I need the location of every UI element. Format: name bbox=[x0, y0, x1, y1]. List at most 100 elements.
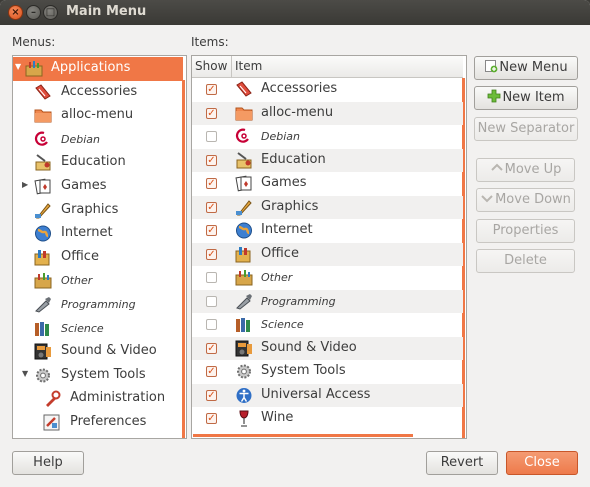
properties-button[interactable]: Properties bbox=[476, 219, 575, 243]
universal-access-icon bbox=[235, 387, 253, 404]
item-row[interactable]: ✓ System Tools bbox=[192, 360, 463, 384]
menu-tree-item[interactable]: Other bbox=[13, 269, 183, 293]
show-checkbox[interactable] bbox=[206, 272, 217, 283]
item-column-header[interactable]: Item bbox=[235, 59, 262, 73]
delete-button[interactable]: Delete bbox=[476, 249, 575, 273]
title-bar: × – □ Main Menu bbox=[0, 0, 590, 25]
menu-tree-item[interactable]: Internet bbox=[13, 222, 183, 246]
item-row[interactable]: Debian bbox=[192, 125, 463, 149]
new-item-button[interactable]: New Item bbox=[474, 86, 578, 110]
item-label: Games bbox=[261, 175, 307, 190]
menus-label: Menus: bbox=[12, 35, 56, 49]
menu-tree-item-label: Programming bbox=[61, 298, 136, 311]
item-label: alloc-menu bbox=[261, 104, 334, 120]
menu-tree-item[interactable]: Preferences bbox=[13, 411, 183, 435]
menu-tree-item-label: Other bbox=[61, 274, 93, 288]
show-checkbox[interactable]: ✓ bbox=[206, 413, 217, 424]
expand-arrow-icon[interactable]: ▶ bbox=[22, 180, 28, 189]
help-button[interactable]: Help bbox=[12, 451, 84, 475]
debian-icon bbox=[235, 128, 253, 145]
item-row[interactable]: ✓ Internet bbox=[192, 219, 463, 243]
item-row[interactable]: ✓ Accessories bbox=[192, 78, 463, 102]
menu-tree-item-label: Preferences bbox=[70, 414, 147, 429]
preferences-icon bbox=[43, 414, 61, 431]
item-row[interactable]: Other bbox=[192, 266, 463, 290]
item-label: Sound & Video bbox=[261, 339, 357, 355]
item-row[interactable]: Programming bbox=[192, 289, 463, 313]
show-checkbox[interactable]: ✓ bbox=[206, 248, 217, 260]
items-hscrollbar[interactable] bbox=[193, 434, 413, 437]
up-arrow-icon bbox=[490, 161, 504, 175]
menu-tree-item[interactable]: alloc-menu bbox=[13, 104, 183, 128]
administration-icon bbox=[43, 390, 61, 408]
menus-tree[interactable]: ▼ Applications Accessories alloc-menu Debian… bbox=[12, 55, 187, 439]
programming-icon bbox=[34, 296, 52, 313]
item-row[interactable]: ✓ Games bbox=[192, 172, 463, 196]
item-label: Graphics bbox=[261, 198, 319, 214]
show-checkbox[interactable] bbox=[206, 319, 217, 330]
item-row[interactable]: ✓ Wine bbox=[192, 407, 463, 431]
item-row[interactable]: ✓ Universal Access bbox=[192, 383, 463, 407]
revert-button[interactable]: Revert bbox=[426, 451, 498, 475]
items-header: Show Item bbox=[192, 56, 463, 78]
menu-tree-item[interactable]: ▼ Applications bbox=[13, 57, 183, 81]
items-list[interactable]: Show Item ✓ Accessories ✓ alloc-menu Debian ✓… bbox=[191, 55, 467, 439]
show-checkbox[interactable]: ✓ bbox=[206, 201, 217, 213]
menu-tree-item[interactable]: Sound & Video bbox=[13, 340, 183, 364]
menu-tree-item-label: Internet bbox=[61, 225, 113, 241]
item-row[interactable]: ✓ Office bbox=[192, 242, 463, 266]
item-label: Education bbox=[261, 151, 326, 167]
menu-tree-item[interactable]: Debian bbox=[13, 128, 183, 152]
item-row[interactable]: ✓ Sound & Video bbox=[192, 336, 463, 360]
show-column-header[interactable]: Show bbox=[195, 59, 227, 73]
item-label: Office bbox=[261, 245, 299, 261]
show-checkbox[interactable]: ✓ bbox=[206, 84, 217, 95]
show-checkbox[interactable] bbox=[206, 131, 217, 142]
collapse-arrow-icon[interactable]: ▼ bbox=[15, 62, 21, 71]
show-checkbox[interactable]: ✓ bbox=[206, 389, 217, 401]
move-up-button[interactable]: Move Up bbox=[476, 158, 575, 182]
menu-tree-item[interactable]: Science bbox=[13, 317, 183, 341]
education-icon bbox=[235, 151, 253, 169]
menu-tree-item[interactable]: Office bbox=[13, 246, 183, 270]
collapse-arrow-icon[interactable]: ▼ bbox=[22, 369, 28, 378]
move-down-button[interactable]: Move Down bbox=[476, 188, 575, 212]
close-window-icon[interactable]: × bbox=[8, 5, 23, 20]
item-row[interactable]: ✓ alloc-menu bbox=[192, 101, 463, 125]
plus-icon bbox=[487, 89, 501, 103]
window-title: Main Menu bbox=[66, 4, 147, 19]
menu-tree-item[interactable]: Programming bbox=[13, 293, 183, 317]
office-icon bbox=[235, 246, 253, 263]
item-label: Debian bbox=[261, 130, 300, 143]
games-icon bbox=[34, 178, 52, 195]
system-tools-icon bbox=[34, 367, 52, 384]
item-row[interactable]: ✓ Education bbox=[192, 148, 463, 172]
new-menu-icon bbox=[484, 59, 498, 73]
show-checkbox[interactable]: ✓ bbox=[206, 178, 217, 189]
show-checkbox[interactable]: ✓ bbox=[206, 154, 217, 166]
minimize-window-icon[interactable]: – bbox=[26, 5, 41, 20]
show-checkbox[interactable]: ✓ bbox=[206, 366, 217, 377]
folder-icon bbox=[235, 105, 253, 122]
sound-video-icon bbox=[235, 340, 253, 357]
menu-tree-item[interactable]: Graphics bbox=[13, 199, 183, 223]
item-row[interactable]: Science bbox=[192, 313, 463, 337]
new-separator-button[interactable]: New Separator bbox=[474, 117, 578, 141]
show-checkbox[interactable]: ✓ bbox=[206, 107, 217, 119]
close-button[interactable]: Close bbox=[506, 451, 578, 475]
item-row[interactable]: ✓ Graphics bbox=[192, 195, 463, 219]
menu-tree-item[interactable]: Education bbox=[13, 151, 183, 175]
show-checkbox[interactable]: ✓ bbox=[206, 225, 217, 236]
show-checkbox[interactable]: ✓ bbox=[206, 342, 217, 354]
menu-tree-item[interactable]: Administration bbox=[13, 387, 183, 411]
education-icon bbox=[34, 154, 52, 171]
show-checkbox[interactable] bbox=[206, 295, 217, 307]
new-menu-button[interactable]: New Menu bbox=[474, 56, 578, 80]
other-icon bbox=[34, 272, 52, 289]
sound-video-icon bbox=[34, 343, 52, 360]
debian-icon bbox=[34, 131, 52, 148]
menu-tree-item[interactable]: ▼ System Tools bbox=[13, 364, 183, 388]
menu-tree-item[interactable]: ▶ Games bbox=[13, 175, 183, 199]
maximize-window-icon[interactable]: □ bbox=[43, 5, 58, 20]
menu-tree-item[interactable]: Accessories bbox=[13, 81, 183, 105]
